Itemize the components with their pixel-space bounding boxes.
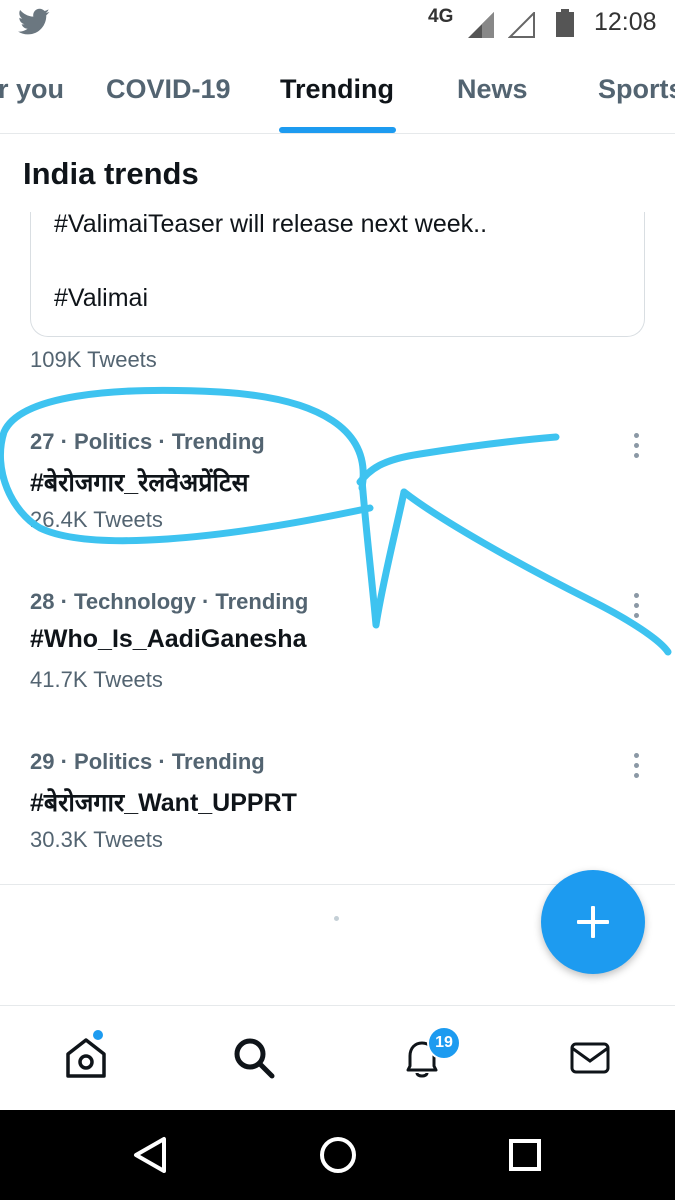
tab-for-you[interactable]: r you <box>0 74 64 105</box>
trend-meta: 29 · Politics · Trending <box>30 749 265 774</box>
android-navigation-bar <box>0 1110 675 1200</box>
search-icon[interactable] <box>230 1034 278 1082</box>
trend-item[interactable]: 27 · Politics · Trending #बेरोजगार_रेलवे… <box>0 429 675 579</box>
compose-tweet-button[interactable] <box>541 870 645 974</box>
section-title: India trends <box>23 156 199 191</box>
network-type: 4G <box>428 6 454 27</box>
trend-name[interactable]: #बेरोजगार_Want_UPPRT <box>30 785 297 819</box>
more-options-icon[interactable] <box>627 751 647 781</box>
trend-tweet-count: 41.7K Tweets <box>30 667 163 692</box>
home-circle-icon[interactable] <box>318 1135 358 1175</box>
messages-icon[interactable] <box>566 1034 614 1082</box>
more-options-icon[interactable] <box>627 431 647 461</box>
trend-meta: 27 · Politics · Trending <box>30 429 265 454</box>
trend-tweet-count: 30.3K Tweets <box>30 827 163 852</box>
home-unread-dot <box>93 1030 103 1040</box>
notification-badge: 19 <box>427 1026 461 1060</box>
trend-meta: 28 · Technology · Trending <box>30 589 309 614</box>
recents-icon[interactable] <box>508 1138 542 1172</box>
back-icon[interactable] <box>132 1135 168 1175</box>
tab-trending[interactable]: Trending <box>280 74 394 105</box>
trend-name[interactable]: #बेरोजगार_रेलवेअप्रेंटिस <box>30 465 248 499</box>
bottom-navigation: 19 <box>0 1005 675 1110</box>
loading-dot <box>334 916 339 921</box>
tab-sports[interactable]: Sports <box>598 74 675 105</box>
more-options-icon[interactable] <box>627 591 647 621</box>
trend-tweet-count: 26.4K Tweets <box>30 507 163 532</box>
twitter-bird-icon <box>18 8 50 35</box>
tab-news[interactable]: News <box>457 74 528 105</box>
battery-icon <box>556 9 574 37</box>
signal-empty-icon <box>508 12 535 38</box>
trend-name[interactable]: #Who_Is_AadiGanesha <box>30 625 306 654</box>
tab-covid-19[interactable]: COVID-19 <box>106 74 231 105</box>
trend-item[interactable]: 28 · Technology · Trending #Who_Is_AadiG… <box>0 589 675 739</box>
embedded-tweet-card[interactable]: #ValimaiTeaser will release next week.. … <box>30 212 645 337</box>
plus-icon <box>577 906 609 938</box>
clock: 12:08 <box>594 8 657 36</box>
active-tab-indicator <box>279 127 396 133</box>
tweet-count: 109K Tweets <box>30 347 157 372</box>
explore-tabs: r you COVID-19 Trending News Sports <box>0 58 675 134</box>
home-icon[interactable] <box>62 1034 110 1082</box>
status-bar: 4G 12:08 <box>0 0 675 50</box>
card-hashtag[interactable]: #Valimai <box>54 284 148 313</box>
signal-icon <box>468 12 494 38</box>
card-text-line: #ValimaiTeaser will release next week.. <box>54 212 488 238</box>
